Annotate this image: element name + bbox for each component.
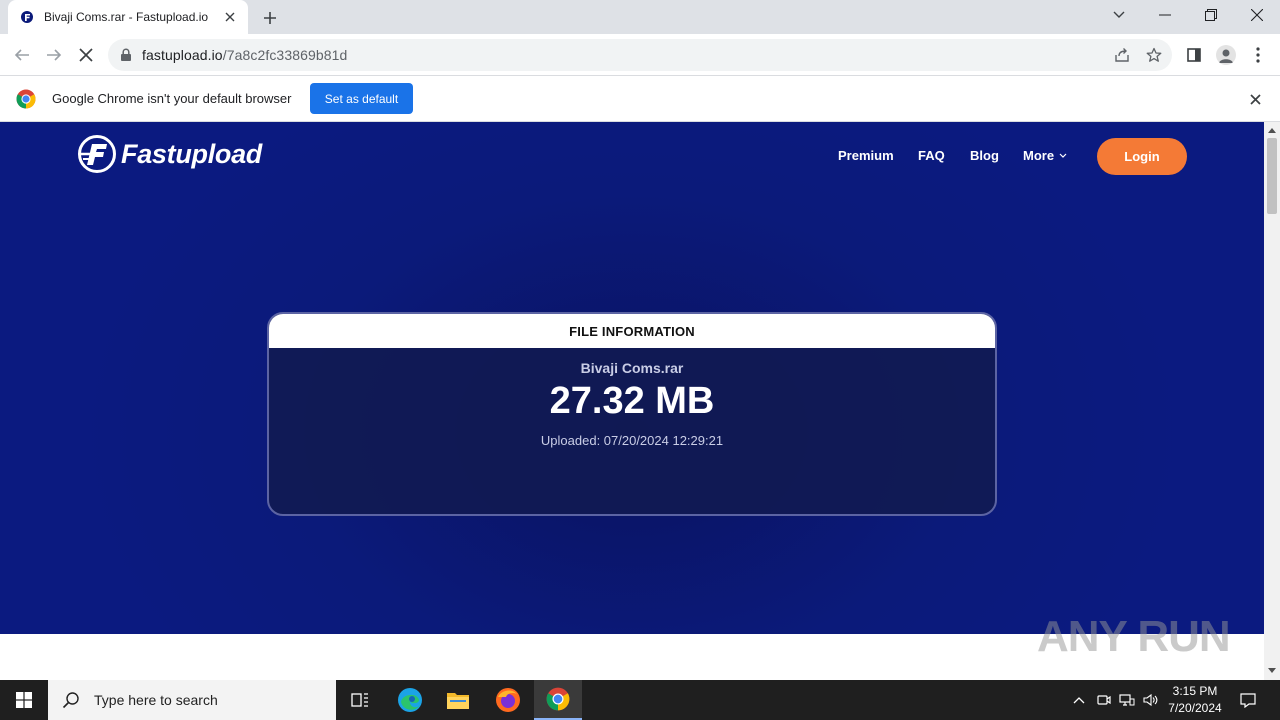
chrome-logo-icon [16,89,36,109]
back-icon[interactable] [10,43,34,67]
bookmark-star-icon[interactable] [1142,39,1166,71]
nav-premium-link[interactable]: Premium [838,148,894,163]
site-logo[interactable]: Fastupload [77,134,262,174]
upload-date: Uploaded: 07/20/2024 12:29:21 [540,433,724,448]
minimize-icon[interactable] [1142,0,1188,30]
chevron-down-icon [1059,153,1067,158]
search-placeholder: Type here to search [94,692,218,708]
url-text: fastupload.io/7a8c2fc33869b81d [142,47,347,63]
browser-tab[interactable]: Bivaji Coms.rar - Fastupload.io [8,0,248,34]
meet-now-icon[interactable] [1094,680,1114,720]
firefox-icon[interactable] [484,680,532,720]
new-tab-icon[interactable] [258,6,282,30]
login-button[interactable]: Login [1097,138,1187,175]
clock-time: 3:15 PM [1172,684,1218,698]
file-name: Bivaji Coms.rar [580,360,684,376]
tab-title: Bivaji Coms.rar - Fastupload.io [44,10,209,24]
nav-more-label: More [1023,148,1055,163]
network-icon[interactable] [1116,680,1138,720]
logo-text: Fastupload [121,138,263,169]
set-as-default-button[interactable]: Set as default [310,83,413,114]
browser-toolbar: fastupload.io/7a8c2fc33869b81d [0,34,1280,76]
stop-loading-icon[interactable] [74,43,98,67]
tab-close-icon[interactable] [222,9,238,25]
nav-blog-link[interactable]: Blog [970,148,999,163]
fastupload-logo-icon [78,135,116,173]
infobar-close-icon[interactable] [1246,90,1264,108]
volume-icon[interactable] [1140,680,1162,720]
windows-start-icon[interactable] [0,680,48,720]
edge-icon[interactable] [386,680,434,720]
address-bar[interactable]: fastupload.io/7a8c2fc33869b81d [108,39,1172,71]
profile-avatar-icon[interactable] [1214,43,1238,67]
tab-search-icon[interactable] [1096,0,1142,30]
card-heading: FILE INFORMATION [269,314,995,348]
side-panel-icon[interactable] [1182,43,1206,67]
windows-taskbar: Type here to search 3:15 PM 7/20/2024 [0,680,1280,720]
file-information-card: FILE INFORMATION Bivaji Coms.rar 27.32 M… [267,312,997,516]
forward-icon[interactable] [42,43,66,67]
clock-date: 7/20/2024 [1168,701,1222,715]
menu-kebab-icon[interactable] [1246,43,1270,67]
share-icon[interactable] [1110,39,1134,71]
chrome-taskbar-icon[interactable] [534,680,582,720]
task-view-icon[interactable] [336,680,384,720]
url-host: fastupload.io [142,47,223,63]
anyrun-watermark: ANY RUN [1037,612,1231,661]
search-icon [62,692,79,709]
scroll-down-arrow-icon[interactable] [1268,668,1276,673]
notification-icon[interactable] [1234,680,1262,720]
close-window-icon[interactable] [1234,0,1280,30]
restore-icon[interactable] [1188,0,1234,30]
default-browser-infobar: Google Chrome isn't your default browser… [0,76,1280,122]
nav-faq-link[interactable]: FAQ [918,148,945,163]
taskbar-clock[interactable]: 3:15 PM 7/20/2024 [1160,683,1230,717]
lock-icon [121,48,131,61]
nav-more-dropdown[interactable]: More [1023,148,1067,163]
file-explorer-icon[interactable] [434,680,482,720]
tray-chevron-up-icon[interactable] [1068,680,1090,720]
file-size: 27.32 MB [549,380,715,422]
page-scrollbar[interactable] [1264,122,1280,680]
scroll-up-arrow-icon[interactable] [1268,128,1276,133]
fastupload-favicon-icon [21,11,33,23]
url-path: /7a8c2fc33869b81d [222,47,348,63]
tab-strip: Bivaji Coms.rar - Fastupload.io [0,0,1280,34]
taskbar-search-box[interactable]: Type here to search [48,680,336,720]
page-viewport: Fastupload Premium FAQ Blog More Login F… [0,122,1264,634]
infobar-message: Google Chrome isn't your default browser [52,91,292,106]
scrollbar-thumb[interactable] [1267,138,1277,214]
